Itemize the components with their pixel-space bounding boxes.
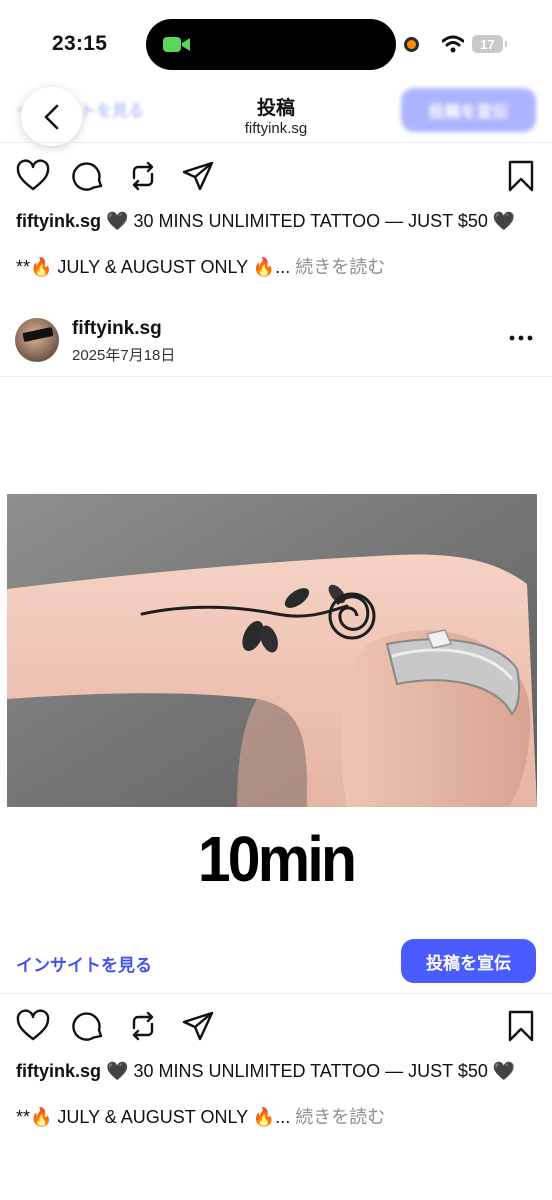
heart-icon[interactable] xyxy=(16,1009,50,1043)
page-title: 投稿 xyxy=(256,98,295,119)
image-caption-duration: 10min xyxy=(197,823,357,895)
post-caption-text: 🖤 30 MINS UNLIMITED TATTOO — JUST $50 🖤 xyxy=(106,1061,516,1081)
top-caption-line2: **🔥 JULY & AUGUST ONLY 🔥... xyxy=(16,257,291,277)
post-caption-line2: **🔥 JULY & AUGUST ONLY 🔥... xyxy=(16,1107,291,1127)
post-date: 2025年7月18日 xyxy=(72,347,176,364)
post-caption: fiftyink.sg 🖤 30 MINS UNLIMITED TATTOO —… xyxy=(16,1059,536,1083)
repost-icon[interactable] xyxy=(126,159,160,193)
status-time: 23:15 xyxy=(52,32,108,55)
comment-icon[interactable] xyxy=(72,1009,106,1043)
battery-icon: 17 xyxy=(472,35,507,53)
dynamic-island xyxy=(146,19,396,70)
battery-level: 17 xyxy=(480,36,495,52)
promote-button[interactable]: 投稿を宣伝 xyxy=(401,939,536,983)
top-action-bar xyxy=(16,159,536,193)
share-icon[interactable] xyxy=(181,159,215,193)
repost-icon[interactable] xyxy=(126,1009,160,1043)
recording-dot-icon xyxy=(404,37,419,52)
top-caption-username[interactable]: fiftyink.sg xyxy=(16,211,101,231)
post-header-divider xyxy=(0,376,552,377)
share-icon[interactable] xyxy=(181,1009,215,1043)
top-caption-text: 🖤 30 MINS UNLIMITED TATTOO — JUST $50 🖤 xyxy=(106,211,516,231)
heart-icon[interactable] xyxy=(16,159,50,193)
bookmark-icon[interactable] xyxy=(504,1009,538,1043)
post-username[interactable]: fiftyink.sg xyxy=(72,318,162,340)
facetime-icon xyxy=(163,37,190,52)
tattoo-photo-image xyxy=(7,494,537,807)
post-caption-line2-row: **🔥 JULY & AUGUST ONLY 🔥... 続きを読む xyxy=(16,1105,536,1129)
header-divider xyxy=(0,142,552,143)
bookmark-icon[interactable] xyxy=(504,159,538,193)
top-read-more-link[interactable]: 続きを読む xyxy=(295,257,385,277)
page-subtitle: fiftyink.sg xyxy=(244,120,308,137)
top-caption-line2-row: **🔥 JULY & AUGUST ONLY 🔥... 続きを読む xyxy=(16,255,536,279)
post-read-more-link[interactable]: 続きを読む xyxy=(295,1107,385,1127)
more-dots-icon[interactable] xyxy=(508,330,534,346)
wifi-icon xyxy=(442,35,464,53)
avatar[interactable] xyxy=(15,318,59,362)
post-photo[interactable] xyxy=(7,494,537,807)
post-action-bar xyxy=(16,1009,536,1043)
insight-link[interactable]: インサイトを見る xyxy=(16,951,152,976)
insight-divider xyxy=(0,993,552,994)
post-caption-username[interactable]: fiftyink.sg xyxy=(16,1061,101,1081)
top-caption: fiftyink.sg 🖤 30 MINS UNLIMITED TATTOO —… xyxy=(16,209,536,233)
comment-icon[interactable] xyxy=(72,159,106,193)
